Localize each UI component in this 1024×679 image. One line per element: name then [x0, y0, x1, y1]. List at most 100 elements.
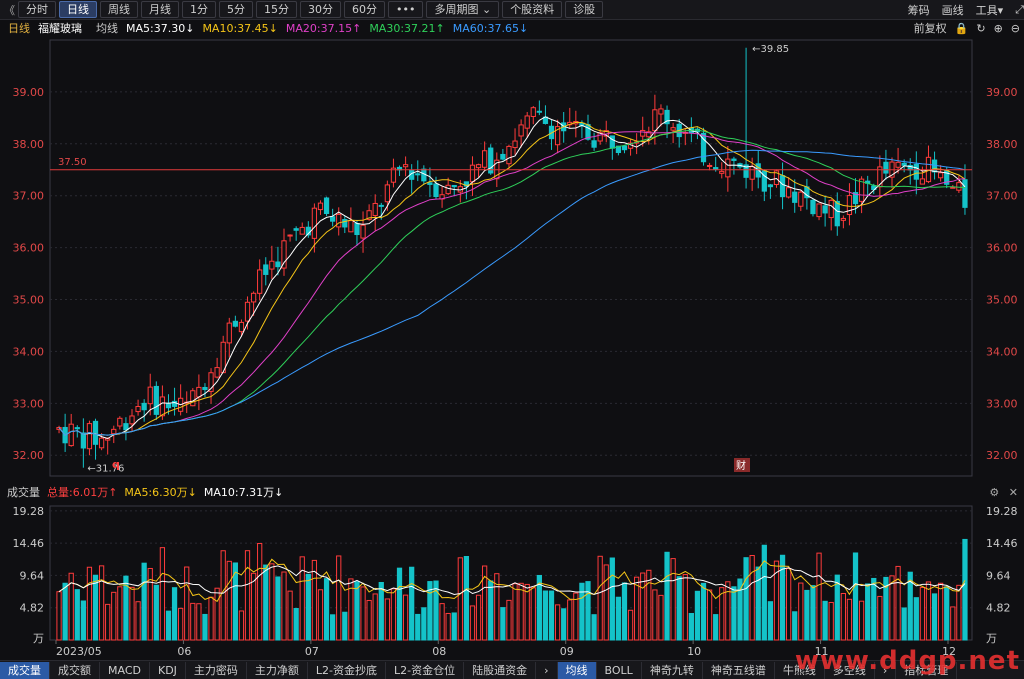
candle-body [822, 205, 828, 214]
price-tick-right: 38.00 [986, 138, 1018, 151]
toolbar-right-0[interactable]: 筹码 [908, 2, 930, 18]
candle-body [609, 135, 615, 149]
candle-body [378, 204, 384, 207]
candle-body [792, 191, 798, 203]
tab-4[interactable]: 1分 [182, 1, 216, 18]
indicator-tab-10[interactable]: 均线 [557, 661, 597, 679]
indicator-tab-13[interactable]: 神奇五线谱 [703, 661, 775, 679]
volume-bar [713, 614, 719, 641]
volume-bar [561, 608, 567, 641]
tab-5[interactable]: 5分 [219, 1, 253, 18]
tab-10[interactable]: 多周期图 ⌄ [426, 1, 500, 18]
volume-bar [700, 582, 707, 641]
volume-bar [372, 593, 378, 641]
volume-tick-right: 万 [986, 632, 997, 645]
volume-bar [950, 606, 956, 641]
candle-body [950, 186, 956, 189]
tab-3[interactable]: 月线 [141, 1, 179, 18]
tab-0[interactable]: 分时 [18, 1, 56, 18]
volume-bar [846, 598, 853, 641]
volume-tick-right: 4.82 [986, 602, 1011, 615]
toolbar-right-2[interactable]: 工具▾ [976, 2, 1004, 18]
volume-bar [865, 583, 871, 641]
indicator-tab-9[interactable]: › [536, 661, 558, 679]
candle-body [165, 402, 172, 409]
volume-bar [475, 594, 482, 641]
ma-mode[interactable]: 均线 [96, 20, 118, 36]
candle-body [159, 396, 166, 417]
settings-icon[interactable]: ⚙ [989, 486, 999, 499]
indicator-tab-2[interactable]: MACD [100, 661, 150, 679]
candle-body [402, 164, 409, 168]
volume-bar [694, 590, 701, 641]
indicator-tab-6[interactable]: L2-资金抄底 [308, 661, 387, 679]
candle-body [962, 179, 968, 208]
candle-body [147, 386, 153, 405]
candle-body [281, 240, 287, 269]
volume-bar [184, 566, 190, 641]
volume-chart[interactable]: 19.28 19.28 14.46 14.46 9.64 9.64 4.82 4.82 万 万 20… [0, 500, 1024, 660]
indicator-tab-0[interactable]: 成交量 [0, 661, 50, 679]
back-icon[interactable]: 《 [4, 2, 15, 18]
volume-bar [171, 587, 178, 641]
tab-8[interactable]: 60分 [344, 1, 385, 18]
candle-body [469, 164, 476, 183]
price-chart[interactable]: 39.00 39.00 38.00 38.00 37.00 37.00 36.00 36.00… [0, 36, 1024, 484]
ma-tool-4[interactable]: ⊖ [1011, 22, 1020, 35]
volume-bar [725, 581, 731, 641]
candle-body [451, 184, 457, 188]
volume-tick-left: 4.82 [20, 602, 45, 615]
toolbar-right-3[interactable]: ⤢ [1015, 3, 1024, 17]
vol-item-0: 总量:6.01万↑ [47, 486, 118, 499]
tab-1[interactable]: 日线 [59, 1, 97, 18]
volume-tools: ⚙ ✕ [989, 486, 1018, 499]
indicator-tab-7[interactable]: L2-资金仓位 [386, 661, 465, 679]
volume-bar [196, 603, 202, 641]
candle-body [895, 161, 901, 168]
volume-bar [457, 557, 463, 641]
candle-body [244, 301, 251, 322]
tab-2[interactable]: 周线 [100, 1, 138, 18]
indicator-tab-8[interactable]: 陆股通资金 [464, 661, 537, 679]
volume-bar [567, 599, 573, 641]
candle-body [80, 432, 86, 449]
volume-tick-left: 9.64 [20, 569, 45, 582]
tab-6[interactable]: 15分 [256, 1, 297, 18]
ma-tool-2[interactable]: ↻ [976, 22, 985, 35]
tab-12[interactable]: 诊股 [565, 1, 604, 18]
tab-7[interactable]: 30分 [300, 1, 341, 18]
candle-body [658, 108, 664, 115]
ma-tool-0[interactable]: 前复权 [914, 20, 947, 36]
ma-tool-1[interactable]: 🔒 [955, 22, 969, 35]
volume-bar [336, 555, 342, 641]
indicator-tab-11[interactable]: BOLL [597, 661, 642, 679]
volume-bar [129, 586, 135, 641]
candle-body [591, 140, 597, 148]
candle-body [798, 191, 804, 207]
close-icon[interactable]: ✕ [1009, 486, 1018, 499]
candle-body [652, 109, 658, 132]
toolbar-right: 筹码 画线 工具▾ ⤢ [896, 0, 1024, 19]
ma-item-0: MA5:37.30↓ [126, 21, 195, 35]
volume-tick-right: 14.46 [986, 537, 1018, 550]
indicator-tab-1[interactable]: 成交额 [50, 661, 100, 679]
indicator-tab-3[interactable]: KDJ [150, 661, 186, 679]
candle-body [913, 163, 919, 180]
volume-bar [390, 588, 397, 641]
volume-bar [652, 589, 658, 641]
volume-bar [676, 576, 682, 641]
tab-11[interactable]: 个股资料 [502, 1, 563, 18]
candle-body [488, 147, 494, 174]
candle-body [86, 423, 93, 450]
indicator-tab-5[interactable]: 主力净额 [247, 661, 308, 679]
indicator-tab-4[interactable]: 主力密码 [186, 661, 247, 679]
toolbar-right-1[interactable]: 画线 [942, 2, 964, 18]
tab-9[interactable]: ••• [388, 1, 424, 18]
indicator-tab-12[interactable]: 神奇九转 [642, 661, 703, 679]
marker-q: q [112, 458, 120, 471]
volume-bar [141, 562, 147, 641]
volume-bar [956, 584, 962, 641]
candle-body [512, 140, 518, 149]
ma-tool-3[interactable]: ⊕ [994, 22, 1003, 35]
candle-body [506, 145, 512, 165]
